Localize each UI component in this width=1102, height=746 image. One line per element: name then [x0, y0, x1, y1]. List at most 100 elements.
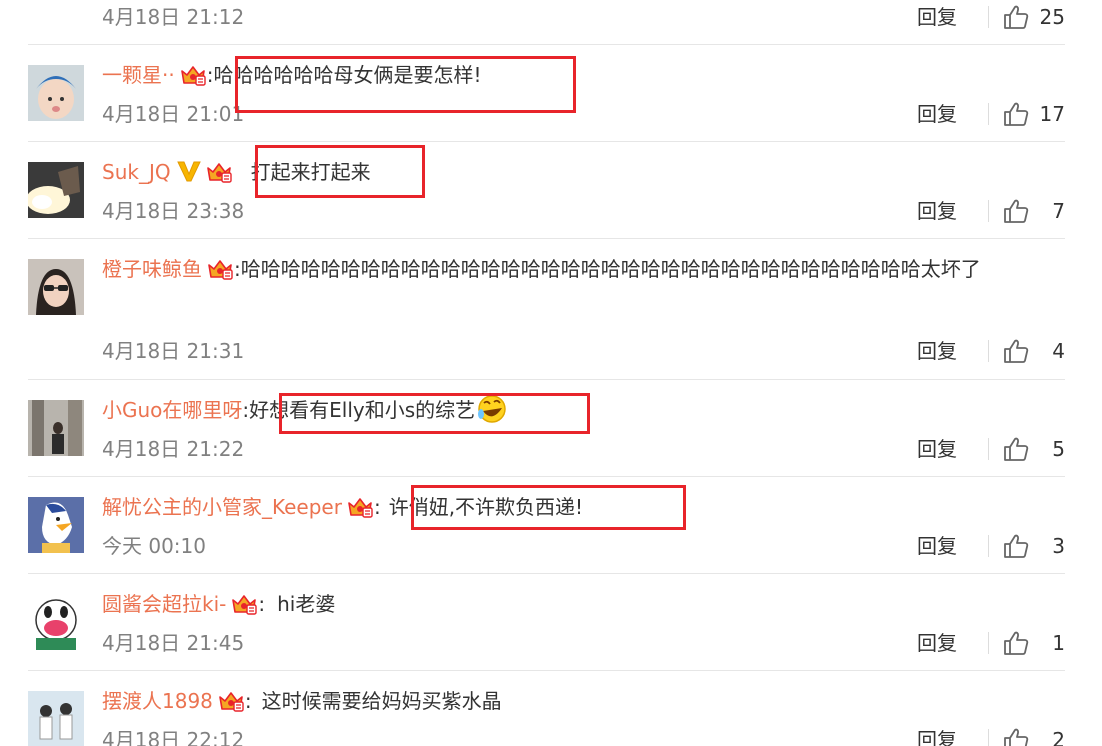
comment-actions: 回复 5: [902, 434, 1065, 464]
reply-button[interactable]: 回复: [902, 434, 972, 464]
like-button[interactable]: 3: [1003, 531, 1065, 561]
vip-crown-icon: [346, 495, 374, 519]
comment-text: hi老婆: [277, 592, 336, 616]
like-count: 4: [1052, 339, 1065, 363]
divider: [988, 632, 989, 654]
comment-content: 橙子味鲸鱼:哈哈哈哈哈哈哈哈哈哈哈哈哈哈哈哈哈哈哈哈哈哈哈哈哈哈哈哈哈哈哈哈哈哈…: [102, 257, 981, 281]
thumbs-up-icon: [1003, 436, 1029, 462]
comment-time: 今天 00:10: [102, 534, 206, 558]
comment-text: 这时候需要给妈妈买紫水晶: [261, 689, 502, 713]
comment-content: 摆渡人1898: 这时候需要给妈妈买紫水晶: [102, 689, 502, 713]
thumbs-up-icon: [1003, 101, 1029, 127]
divider: [988, 729, 989, 746]
comment-meta: 4月18日 21:12 回复 25: [102, 2, 1065, 32]
avatar[interactable]: [28, 497, 84, 553]
vip-crown-icon: [217, 689, 245, 713]
divider: [988, 103, 989, 125]
comment-meta: 4月18日 21:22 回复 5: [102, 434, 1065, 464]
avatar-image: [28, 162, 84, 218]
reply-button[interactable]: 回复: [902, 99, 972, 129]
vip-crown-icon: [206, 257, 234, 281]
highlight-box: [255, 145, 425, 198]
comment-meta: 4月18日 21:31 回复 4: [102, 336, 1065, 366]
username[interactable]: 小Guo在哪里呀: [102, 398, 242, 422]
comment-content: Suk_JQ 打起来打起来: [102, 152, 1055, 192]
highlight-box: [411, 485, 686, 530]
comment-time: 4月18日 23:38: [102, 199, 245, 223]
reply-button[interactable]: 回复: [902, 2, 972, 32]
like-button[interactable]: 17: [1003, 99, 1065, 129]
avatar-image: [28, 400, 84, 456]
comment-actions: 回复 17: [902, 99, 1065, 129]
avatar-image: [28, 259, 84, 315]
username[interactable]: 解忧公主的小管家_Keeper: [102, 495, 342, 519]
like-count: 5: [1052, 437, 1065, 461]
reply-button[interactable]: 回复: [902, 531, 972, 561]
reply-button[interactable]: 回复: [902, 196, 972, 226]
like-button[interactable]: 2: [1003, 725, 1065, 746]
like-count: 7: [1052, 199, 1065, 223]
thumbs-up-icon: [1003, 338, 1029, 364]
username[interactable]: 一颗星··: [102, 63, 175, 87]
comment-actions: 回复 25: [902, 2, 1065, 32]
comment-actions: 回复 3: [902, 531, 1065, 561]
highlight-box: [279, 393, 590, 434]
avatar[interactable]: [28, 162, 84, 218]
vip-crown-icon: [230, 592, 258, 616]
comment-actions: 回复 2: [902, 725, 1065, 746]
like-count: 2: [1052, 728, 1065, 746]
thumbs-up-icon: [1003, 630, 1029, 656]
comment-item: 摆渡人1898: 这时候需要给妈妈买紫水晶 4月18日 22:12 回复 2: [28, 670, 1065, 746]
avatar-image: [28, 65, 84, 121]
avatar[interactable]: [28, 691, 84, 746]
vip-crown-icon: [205, 160, 233, 184]
reply-button[interactable]: 回复: [902, 336, 972, 366]
like-button[interactable]: 7: [1003, 196, 1065, 226]
comment-time: 4月18日 22:12: [102, 728, 245, 746]
comment-item: Suk_JQ 打起来打起来 4月18日 23:38 回复 7: [28, 141, 1065, 239]
avatar[interactable]: [28, 259, 84, 315]
comment-list: 4月18日 21:12 回复 25 一颗星··:哈哈哈哈哈哈母女俩是要怎样! …: [0, 0, 1102, 746]
comment-item: 橙子味鲸鱼:哈哈哈哈哈哈哈哈哈哈哈哈哈哈哈哈哈哈哈哈哈哈哈哈哈哈哈哈哈哈哈哈哈哈…: [28, 238, 1065, 380]
comment-meta: 今天 00:10 回复 3: [102, 531, 1065, 561]
comment-meta: 4月18日 22:12 回复 2: [102, 725, 1065, 746]
like-count: 25: [1039, 5, 1065, 29]
comment-meta: 4月18日 23:38 回复 7: [102, 196, 1065, 226]
thumbs-up-icon: [1003, 198, 1029, 224]
avatar[interactable]: [28, 594, 84, 650]
like-button[interactable]: 4: [1003, 336, 1065, 366]
like-button[interactable]: 1: [1003, 628, 1065, 658]
like-count: 1: [1052, 631, 1065, 655]
avatar-image: [28, 691, 84, 746]
reply-button[interactable]: 回复: [902, 628, 972, 658]
comment-time: 4月18日 21:22: [102, 437, 245, 461]
avatar[interactable]: [28, 400, 84, 456]
comment-time: 4月18日 21:01: [102, 102, 245, 126]
divider: [988, 200, 989, 222]
username[interactable]: 圆酱会超拉ki-: [102, 592, 226, 616]
comment-item: 4月18日 21:12 回复 25: [28, 0, 1065, 44]
username[interactable]: 橙子味鲸鱼: [102, 257, 202, 281]
username[interactable]: 摆渡人1898: [102, 689, 213, 713]
divider: [988, 438, 989, 460]
comment-text: 哈哈哈哈哈哈哈哈哈哈哈哈哈哈哈哈哈哈哈哈哈哈哈哈哈哈哈哈哈哈哈哈哈哈太坏了: [240, 257, 981, 281]
thumbs-up-icon: [1003, 4, 1029, 30]
comment-meta: 4月18日 21:45 回复 1: [102, 628, 1065, 658]
comment-actions: 回复 7: [902, 196, 1065, 226]
comment-actions: 回复 1: [902, 628, 1065, 658]
highlight-box: [235, 56, 576, 113]
username[interactable]: Suk_JQ: [102, 160, 171, 184]
thumbs-up-icon: [1003, 727, 1029, 746]
comment-content: 圆酱会超拉ki-: hi老婆: [102, 592, 336, 616]
like-button[interactable]: 5: [1003, 434, 1065, 464]
like-count: 17: [1039, 102, 1065, 126]
avatar-image: [28, 594, 84, 650]
like-button[interactable]: 25: [1003, 2, 1065, 32]
avatar[interactable]: [28, 65, 84, 121]
divider: [988, 535, 989, 557]
divider: [988, 340, 989, 362]
reply-button[interactable]: 回复: [902, 725, 972, 746]
vip-crown-icon: [179, 63, 207, 87]
comment-time: 4月18日 21:45: [102, 631, 245, 655]
comment-actions: 回复 4: [902, 336, 1065, 366]
